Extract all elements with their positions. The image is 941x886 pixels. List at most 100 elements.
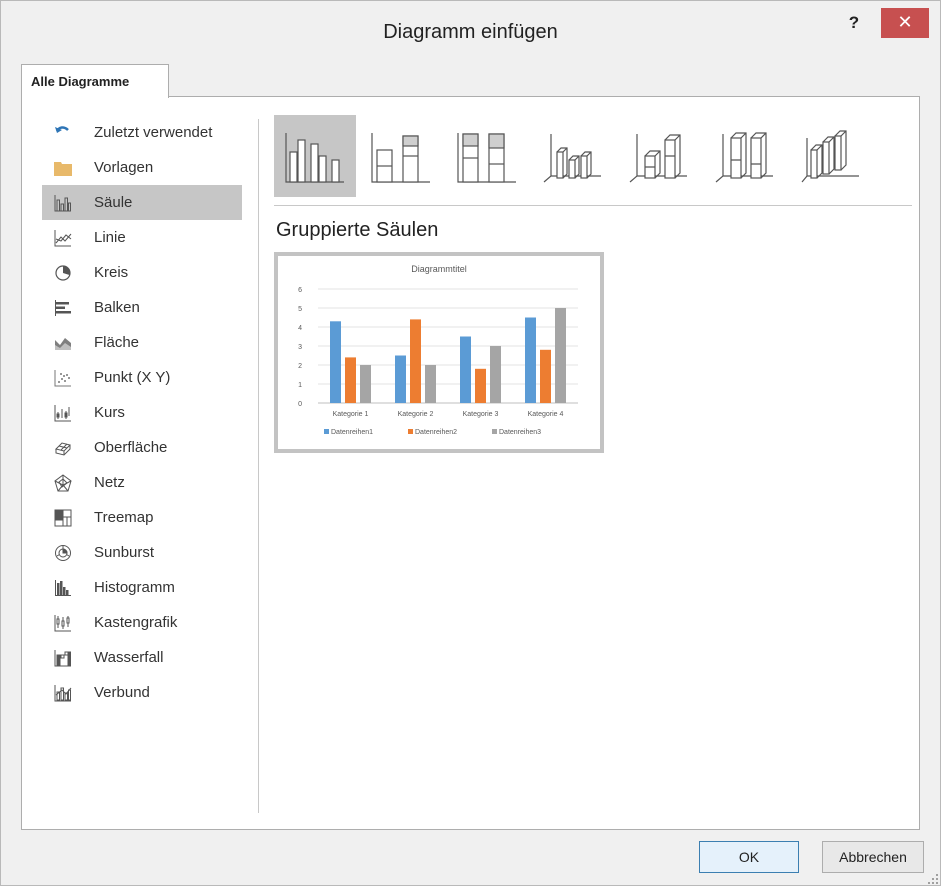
- legend-swatch: [492, 429, 497, 434]
- pie-chart-icon: [52, 262, 74, 284]
- legend-label: Datenreihen1: [331, 429, 373, 436]
- y-tick-label: 4: [298, 325, 302, 332]
- chart-bar: [395, 355, 406, 403]
- 3d-stacked-column-icon: [629, 134, 687, 183]
- chart-preview[interactable]: Diagrammtitel 0 1 2 3 4 5 6 Kategorie 1 Kategorie…: [274, 252, 604, 453]
- tab-all-charts[interactable]: Alle Diagramme: [21, 64, 169, 98]
- sidebar-item-scatter[interactable]: Punkt (X Y): [42, 360, 242, 395]
- sidebar-item-pie[interactable]: Kreis: [42, 255, 242, 290]
- undo-arrow-icon: [52, 122, 74, 144]
- chart-bar: [460, 336, 471, 403]
- sidebar-item-area[interactable]: Fläche: [42, 325, 242, 360]
- subtype-3d-stacked-100-column[interactable]: [704, 115, 786, 197]
- sidebar-item-stock[interactable]: Kurs: [42, 395, 242, 430]
- sidebar-item-label: Zuletzt verwendet: [94, 124, 213, 141]
- sidebar-item-line[interactable]: Linie: [42, 220, 242, 255]
- resize-grip-icon[interactable]: [927, 873, 939, 885]
- 3d-stacked-100-column-icon: [715, 132, 773, 183]
- sidebar-item-sunburst[interactable]: Sunburst: [42, 535, 242, 570]
- area-chart-icon: [52, 332, 74, 354]
- sidebar-item-label: Punkt (X Y): [94, 369, 171, 386]
- help-button[interactable]: ?: [836, 9, 872, 37]
- 3d-clustered-column-icon: [543, 134, 601, 183]
- sidebar-item-column[interactable]: Säule: [42, 185, 242, 220]
- sidebar-item-label: Wasserfall: [94, 649, 164, 666]
- sidebar-item-label: Verbund: [94, 684, 150, 701]
- sidebar-item-label: Fläche: [94, 334, 140, 351]
- x-tick-label: Kategorie 1: [333, 411, 369, 418]
- y-tick-label: 5: [298, 306, 302, 313]
- subtype-3d-clustered-column[interactable]: [532, 115, 614, 197]
- sidebar-item-label: Vorlagen: [94, 159, 154, 176]
- chart-bar: [410, 319, 421, 403]
- line-chart-icon: [52, 227, 74, 249]
- sidebar-item-box-whisker[interactable]: Kastengrafik: [42, 605, 242, 640]
- chart-bar: [555, 308, 566, 403]
- x-tick-label: Kategorie 4: [528, 411, 564, 418]
- sidebar-item-label: Treemap: [94, 509, 154, 526]
- chart-bar: [540, 349, 551, 403]
- column-chart-icon: [52, 192, 74, 214]
- sidebar-item-combo[interactable]: Verbund: [42, 675, 242, 710]
- subtype-3d-stacked-column[interactable]: [618, 115, 700, 197]
- subtype-3d-column[interactable]: [790, 115, 872, 197]
- cancel-button[interactable]: Abbrechen: [822, 841, 924, 873]
- chart-title: Diagrammtitel: [411, 264, 467, 274]
- ok-button[interactable]: OK: [699, 841, 799, 873]
- combo-chart-icon: [52, 682, 74, 704]
- box-whisker-icon: [52, 612, 74, 634]
- stacked-100-column-icon: [457, 133, 516, 183]
- close-button[interactable]: ✕: [881, 8, 929, 38]
- gallery-separator: [274, 205, 912, 206]
- x-tick-label: Kategorie 3: [463, 411, 499, 418]
- scatter-chart-icon: [52, 367, 74, 389]
- stock-chart-icon: [52, 402, 74, 424]
- sidebar-item-recent[interactable]: Zuletzt verwendet: [42, 115, 242, 150]
- sidebar-item-waterfall[interactable]: Wasserfall: [42, 640, 242, 675]
- x-tick-label: Kategorie 2: [398, 411, 434, 418]
- subtype-clustered-column[interactable]: [274, 115, 356, 197]
- bar-chart-icon: [52, 297, 74, 319]
- y-tick-label: 6: [298, 287, 302, 294]
- sidebar-item-label: Kurs: [94, 404, 125, 421]
- dialog-title: Diagramm einfügen: [383, 21, 558, 43]
- y-tick-label: 3: [298, 344, 302, 351]
- sidebar-item-bar[interactable]: Balken: [42, 290, 242, 325]
- sunburst-icon: [52, 542, 74, 564]
- sidebar-item-histogram[interactable]: Histogramm: [42, 570, 242, 605]
- subtype-stacked-100-column[interactable]: [446, 115, 528, 197]
- surface-chart-icon: [52, 437, 74, 459]
- sidebar-item-label: Netz: [94, 474, 125, 491]
- stacked-column-icon: [371, 133, 430, 183]
- sidebar-item-treemap[interactable]: Treemap: [42, 500, 242, 535]
- tab-panel: Zuletzt verwendet Vorlagen Säule Linie K…: [21, 96, 920, 830]
- sidebar-item-label: Linie: [94, 229, 126, 246]
- chart-bar: [425, 365, 436, 403]
- 3d-column-icon: [801, 130, 859, 183]
- title-bar: Diagramm einfügen ? ✕: [1, 1, 940, 61]
- sidebar-item-radar[interactable]: Netz: [42, 465, 242, 500]
- vertical-divider: [258, 119, 259, 813]
- chart-bar: [475, 368, 486, 403]
- y-tick-label: 0: [298, 401, 302, 408]
- chart-subtype-title: Gruppierte Säulen: [276, 219, 439, 241]
- sidebar-item-surface[interactable]: Oberfläche: [42, 430, 242, 465]
- tab-strip: Alle Diagramme: [21, 64, 920, 98]
- chart-bar: [330, 321, 341, 403]
- treemap-icon: [52, 507, 74, 529]
- folder-icon: [52, 157, 74, 179]
- clustered-column-icon: [285, 133, 344, 183]
- chart-bar: [345, 357, 356, 403]
- subtype-stacked-column[interactable]: [360, 115, 442, 197]
- sidebar-item-label: Kastengrafik: [94, 614, 178, 631]
- radar-chart-icon: [52, 472, 74, 494]
- waterfall-icon: [52, 647, 74, 669]
- y-tick-label: 2: [298, 363, 302, 370]
- sidebar-item-templates[interactable]: Vorlagen: [42, 150, 242, 185]
- sidebar-item-label: Kreis: [94, 264, 129, 281]
- insert-chart-dialog: Diagramm einfügen ? ✕ Alle Diagramme Zul…: [0, 0, 941, 886]
- chart-bar: [525, 317, 536, 403]
- preview-chart: Diagrammtitel 0 1 2 3 4 5 6 Kategorie 1 Kategorie…: [298, 264, 578, 436]
- sidebar-item-label: Oberfläche: [94, 439, 168, 456]
- legend-swatch: [324, 429, 329, 434]
